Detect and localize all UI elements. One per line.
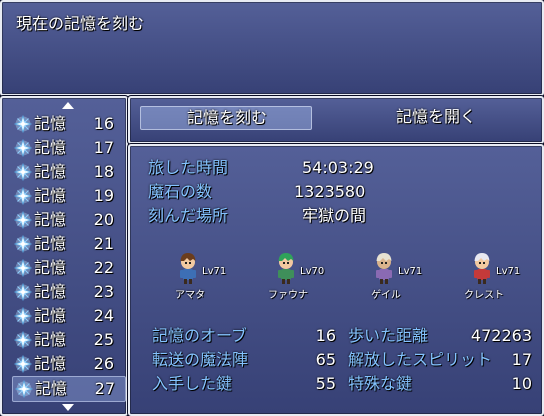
help-text: 現在の記憶を刻む [16, 14, 145, 33]
memory-crystal-icon [14, 355, 32, 373]
save-slot-17[interactable]: 記憶 17 [12, 136, 124, 160]
slot-number: 17 [93, 138, 114, 157]
character-sprite [376, 253, 392, 284]
stat-right-label: 歩いた距離 [348, 326, 429, 345]
party-member-2: Lv70 ファウナ [268, 250, 362, 306]
memory-crystal-icon [14, 115, 32, 133]
help-window: 現在の記憶を刻む [0, 0, 544, 96]
character-sprite [180, 253, 196, 284]
stat-left-value: 65 [315, 350, 336, 369]
save-slot-21[interactable]: 記憶 21 [12, 232, 124, 256]
tab-save[interactable]: 記憶を刻む [140, 106, 312, 130]
save-slot-19[interactable]: 記憶 19 [12, 184, 124, 208]
stat-left-value: 16 [315, 326, 336, 345]
tab-save-label: 記憶を刻む [186, 108, 267, 127]
playtime-value: 54:03:29 [302, 158, 374, 177]
party-level: Lv71 [398, 266, 423, 277]
command-window: 記憶を刻む 記憶を開く [128, 96, 544, 144]
memory-crystal-icon [15, 380, 33, 398]
party-member-4: Lv71 クレスト [464, 250, 544, 306]
memory-crystal-icon [14, 331, 32, 349]
tab-load[interactable]: 記憶を開く [350, 106, 522, 130]
slot-label: 記憶 [34, 186, 67, 205]
stat-left-label: 転送の魔法陣 [152, 350, 249, 369]
party-name: ファウナ [268, 290, 308, 301]
memory-crystal-icon [14, 187, 32, 205]
slot-label: 記憶 [34, 258, 67, 277]
memory-crystal-icon [14, 139, 32, 157]
slot-number: 18 [93, 162, 114, 181]
location-label: 刻んだ場所 [148, 206, 229, 225]
party-level: Lv70 [300, 266, 325, 277]
save-slot-24[interactable]: 記憶 24 [12, 304, 124, 328]
memory-crystal-icon [14, 259, 32, 277]
save-slot-25[interactable]: 記憶 25 [12, 328, 124, 352]
stat-left-label: 記憶のオーブ [152, 326, 248, 345]
scroll-up-arrow[interactable] [62, 102, 74, 109]
memory-crystal-icon [14, 163, 32, 181]
stat-right-value: 10 [511, 374, 532, 393]
slot-number: 21 [93, 234, 114, 253]
slot-label: 記憶 [34, 234, 67, 253]
slot-number: 16 [93, 114, 114, 133]
party-member-3: Lv71 ゲイル [370, 250, 460, 306]
slot-number: 27 [94, 379, 115, 398]
stat-right-value: 472263 [470, 326, 532, 345]
party-member-1: Lv71 アマタ [174, 250, 264, 306]
slot-label: 記憶 [34, 162, 67, 181]
slot-label: 記憶 [34, 306, 67, 325]
gems-label: 魔石の数 [148, 182, 213, 201]
slot-label: 記憶 [34, 282, 67, 301]
slot-label: 記憶 [34, 330, 67, 349]
party-name: アマタ [175, 290, 205, 301]
save-slot-23[interactable]: 記憶 23 [12, 280, 124, 304]
slot-number: 22 [93, 258, 114, 277]
stat-left-value: 55 [315, 374, 336, 393]
gems-value: 1323580 [294, 182, 366, 201]
slot-number: 19 [93, 186, 114, 205]
party-level: Lv71 [496, 266, 521, 277]
slot-label: 記憶 [34, 354, 67, 373]
memory-crystal-icon [14, 235, 32, 253]
memory-crystal-icon [14, 283, 32, 301]
save-slot-27[interactable]: 記憶 27 [12, 376, 126, 402]
party-level: Lv71 [202, 266, 227, 277]
slot-number: 25 [93, 330, 114, 349]
character-sprite [474, 253, 490, 284]
save-slot-list: 記憶 16 記憶 17 記憶 18 記憶 19 記憶 20 記憶 21 記憶 22 記憶 23 記憶 24 記憶 25… [0, 96, 128, 416]
stat-left-label: 入手した鍵 [152, 374, 233, 393]
save-slot-16[interactable]: 記憶 16 [12, 112, 124, 136]
party-name: クレスト [464, 290, 504, 301]
save-slot-20[interactable]: 記憶 20 [12, 208, 124, 232]
stat-right-value: 17 [511, 350, 532, 369]
save-slot-22[interactable]: 記憶 22 [12, 256, 124, 280]
slot-number: 24 [93, 306, 114, 325]
stat-right-label: 特殊な鍵 [348, 374, 413, 393]
save-info-window: 旅した時間 54:03:29 魔石の数 1323580 刻んだ場所 牢獄の間 L… [128, 144, 544, 416]
slot-label: 記憶 [34, 210, 67, 229]
scroll-down-arrow[interactable] [62, 404, 74, 411]
slot-label: 記憶 [34, 138, 67, 157]
save-slot-26[interactable]: 記憶 26 [12, 352, 124, 376]
party-name: ゲイル [371, 290, 401, 301]
slot-number: 26 [93, 354, 114, 373]
playtime-label: 旅した時間 [148, 158, 229, 177]
slot-label: 記憶 [34, 114, 67, 133]
location-value: 牢獄の間 [302, 206, 367, 225]
slot-label: 記憶 [35, 379, 68, 398]
tab-load-label: 記憶を開く [395, 107, 476, 126]
slot-number: 23 [93, 282, 114, 301]
memory-crystal-icon [14, 307, 32, 325]
character-sprite [278, 253, 294, 284]
memory-crystal-icon [14, 211, 32, 229]
slot-number: 20 [93, 210, 114, 229]
save-slot-18[interactable]: 記憶 18 [12, 160, 124, 184]
